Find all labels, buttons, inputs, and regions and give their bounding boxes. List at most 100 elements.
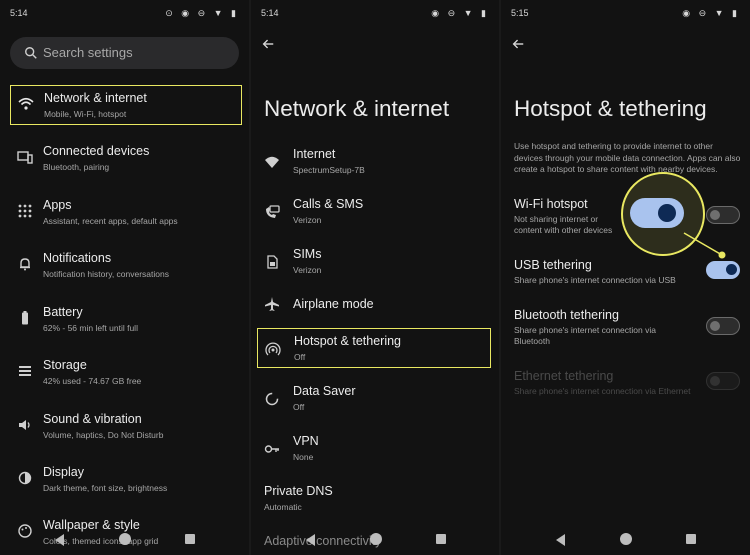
network-item-vpn[interactable]: VPN None (257, 429, 493, 469)
nav-back-icon[interactable] (556, 534, 565, 546)
network-item-title: Internet (293, 147, 336, 161)
settings-item-subtitle: Notification history, conversations (43, 269, 169, 279)
network-internet-panel: 5:14 ◉ ⊖ ▼ ▮ Network & internet Internet… (251, 0, 499, 555)
wifi-icon (265, 156, 279, 168)
nav-recents-icon[interactable] (185, 534, 195, 544)
bluetooth-tethering-title: Bluetooth tethering (514, 308, 619, 322)
status-time: 5:14 (261, 8, 279, 18)
network-item-airplane-mode[interactable]: Airplane mode (257, 292, 493, 332)
nav-bar (0, 533, 249, 547)
network-item-subtitle: Off (293, 402, 305, 412)
settings-item-display[interactable]: Display Dark theme, font size, brightnes… (10, 460, 242, 500)
nav-recents-icon[interactable] (686, 534, 696, 544)
nav-back-icon[interactable] (55, 534, 64, 546)
settings-item-storage[interactable]: Storage 42% used - 74.67 GB free (10, 353, 242, 393)
network-item-title: SIMs (293, 247, 322, 261)
ethernet-tethering-toggle (706, 372, 740, 390)
airplane-icon (265, 297, 279, 311)
sim-icon (267, 255, 278, 269)
data-saver-icon (265, 392, 279, 406)
network-item-title: Hotspot & tethering (294, 334, 402, 348)
settings-item-connected-devices[interactable]: Connected devices Bluetooth, pairing (10, 139, 242, 179)
network-item-subtitle: Verizon (293, 265, 322, 275)
hotspot-tethering-panel: 5:15 ◉ ⊖ ▼ ▮ Hotspot & tethering Use hot… (501, 0, 750, 555)
nav-back-icon[interactable] (306, 534, 315, 546)
nav-home-icon[interactable] (119, 533, 131, 545)
apps-grid-icon (18, 204, 32, 218)
battery-icon (22, 311, 28, 325)
page-title: Hotspot & tethering (514, 96, 707, 121)
settings-item-subtitle: Dark theme, font size, brightness (43, 483, 168, 493)
network-item-private-dns[interactable]: Private DNS Automatic (257, 479, 493, 519)
network-item-subtitle: SpectrumSetup-7B (293, 165, 365, 175)
nav-home-icon[interactable] (620, 533, 632, 545)
settings-item-subtitle: 62% - 56 min left until full (43, 323, 138, 333)
nav-bar (501, 533, 750, 547)
settings-home-panel: 5:14 ⊙ ◉ ⊖ ▼ ▮ Search settings Network &… (0, 0, 249, 555)
display-icon (18, 471, 32, 485)
network-item-subtitle: Verizon (293, 215, 322, 225)
settings-item-title: Connected devices (43, 144, 150, 158)
settings-item-subtitle: Volume, haptics, Do Not Disturb (43, 430, 164, 440)
settings-item-network-internet[interactable]: Network & internet Mobile, Wi-Fi, hotspo… (10, 85, 242, 125)
status-icons: ⊙ ◉ ⊖ ▼ ▮ (165, 8, 239, 18)
network-item-data-saver[interactable]: Data Saver Off (257, 379, 493, 419)
settings-item-title: Battery (43, 305, 83, 319)
network-item-title: Private DNS (264, 484, 333, 498)
nav-home-icon[interactable] (370, 533, 382, 545)
network-item-subtitle: Automatic (264, 502, 302, 512)
settings-item-title: Sound & vibration (43, 412, 142, 426)
settings-item-subtitle: Assistant, recent apps, default apps (43, 216, 178, 226)
network-item-internet[interactable]: Internet SpectrumSetup-7B (257, 142, 493, 182)
usb-tethering-subtitle: Share phone's internet connection via US… (514, 275, 676, 285)
settings-item-battery[interactable]: Battery 62% - 56 min left until full (10, 300, 242, 340)
settings-item-title: Notifications (43, 251, 112, 265)
usb-tethering-toggle[interactable] (706, 261, 740, 279)
bluetooth-tethering-toggle[interactable] (706, 317, 740, 335)
settings-item-sound-vibration[interactable]: Sound & vibration Volume, haptics, Do No… (10, 407, 242, 447)
bell-icon (20, 258, 30, 271)
status-time: 5:14 (10, 8, 28, 18)
network-item-subtitle: None (293, 452, 314, 462)
wifi-icon (18, 97, 34, 110)
nav-recents-icon[interactable] (436, 534, 446, 544)
hotspot-description: Use hotspot and tethering to provide int… (514, 141, 741, 174)
bluetooth-tethering-subtitle: Share phone's internet connection via Bl… (514, 325, 656, 346)
network-item-sims[interactable]: SIMs Verizon (257, 242, 493, 282)
wifi-hotspot-subtitle: Not sharing internet or content with oth… (514, 214, 613, 235)
ethernet-tethering-title: Ethernet tethering (514, 369, 614, 383)
devices-icon (17, 151, 33, 164)
status-icons: ◉ ⊖ ▼ ▮ (682, 8, 740, 18)
wifi-hotspot-toggle[interactable] (706, 206, 740, 224)
status-bar: 5:14 ◉ ⊖ ▼ ▮ (261, 8, 489, 20)
nav-bar (251, 533, 499, 547)
settings-item-subtitle: Mobile, Wi-Fi, hotspot (44, 109, 127, 119)
network-item-title: Airplane mode (293, 297, 374, 311)
network-item-calls-sms[interactable]: Calls & SMS Verizon (257, 192, 493, 232)
page-title: Network & internet (264, 96, 450, 121)
calls-sms-icon (266, 205, 280, 218)
back-arrow-icon[interactable] (261, 37, 275, 51)
back-arrow-icon[interactable] (511, 37, 525, 51)
status-time: 5:15 (511, 8, 529, 18)
wifi-hotspot-title: Wi-Fi hotspot (514, 197, 588, 211)
status-icons: ◉ ⊖ ▼ ▮ (431, 8, 489, 18)
settings-item-title: Network & internet (44, 91, 147, 105)
settings-item-apps[interactable]: Apps Assistant, recent apps, default app… (10, 193, 242, 233)
settings-item-subtitle: 42% used - 74.67 GB free (43, 376, 142, 386)
settings-item-title: Display (43, 465, 84, 479)
search-settings-bar[interactable]: Search settings (10, 37, 239, 69)
status-bar: 5:15 ◉ ⊖ ▼ ▮ (511, 8, 740, 20)
settings-item-title: Storage (43, 358, 87, 372)
search-icon (25, 47, 37, 59)
settings-item-title: Wallpaper & style (43, 518, 140, 532)
zoomed-toggle-on (630, 198, 684, 228)
settings-item-title: Apps (43, 198, 72, 212)
network-item-hotspot-tethering[interactable]: Hotspot & tethering Off (257, 328, 491, 368)
hotspot-icon (265, 342, 281, 356)
network-item-title: VPN (293, 434, 319, 448)
vpn-key-icon (264, 445, 279, 453)
settings-item-notifications[interactable]: Notifications Notification history, conv… (10, 246, 242, 286)
status-bar: 5:14 ⊙ ◉ ⊖ ▼ ▮ (10, 8, 239, 20)
network-item-subtitle: Off (294, 352, 306, 362)
